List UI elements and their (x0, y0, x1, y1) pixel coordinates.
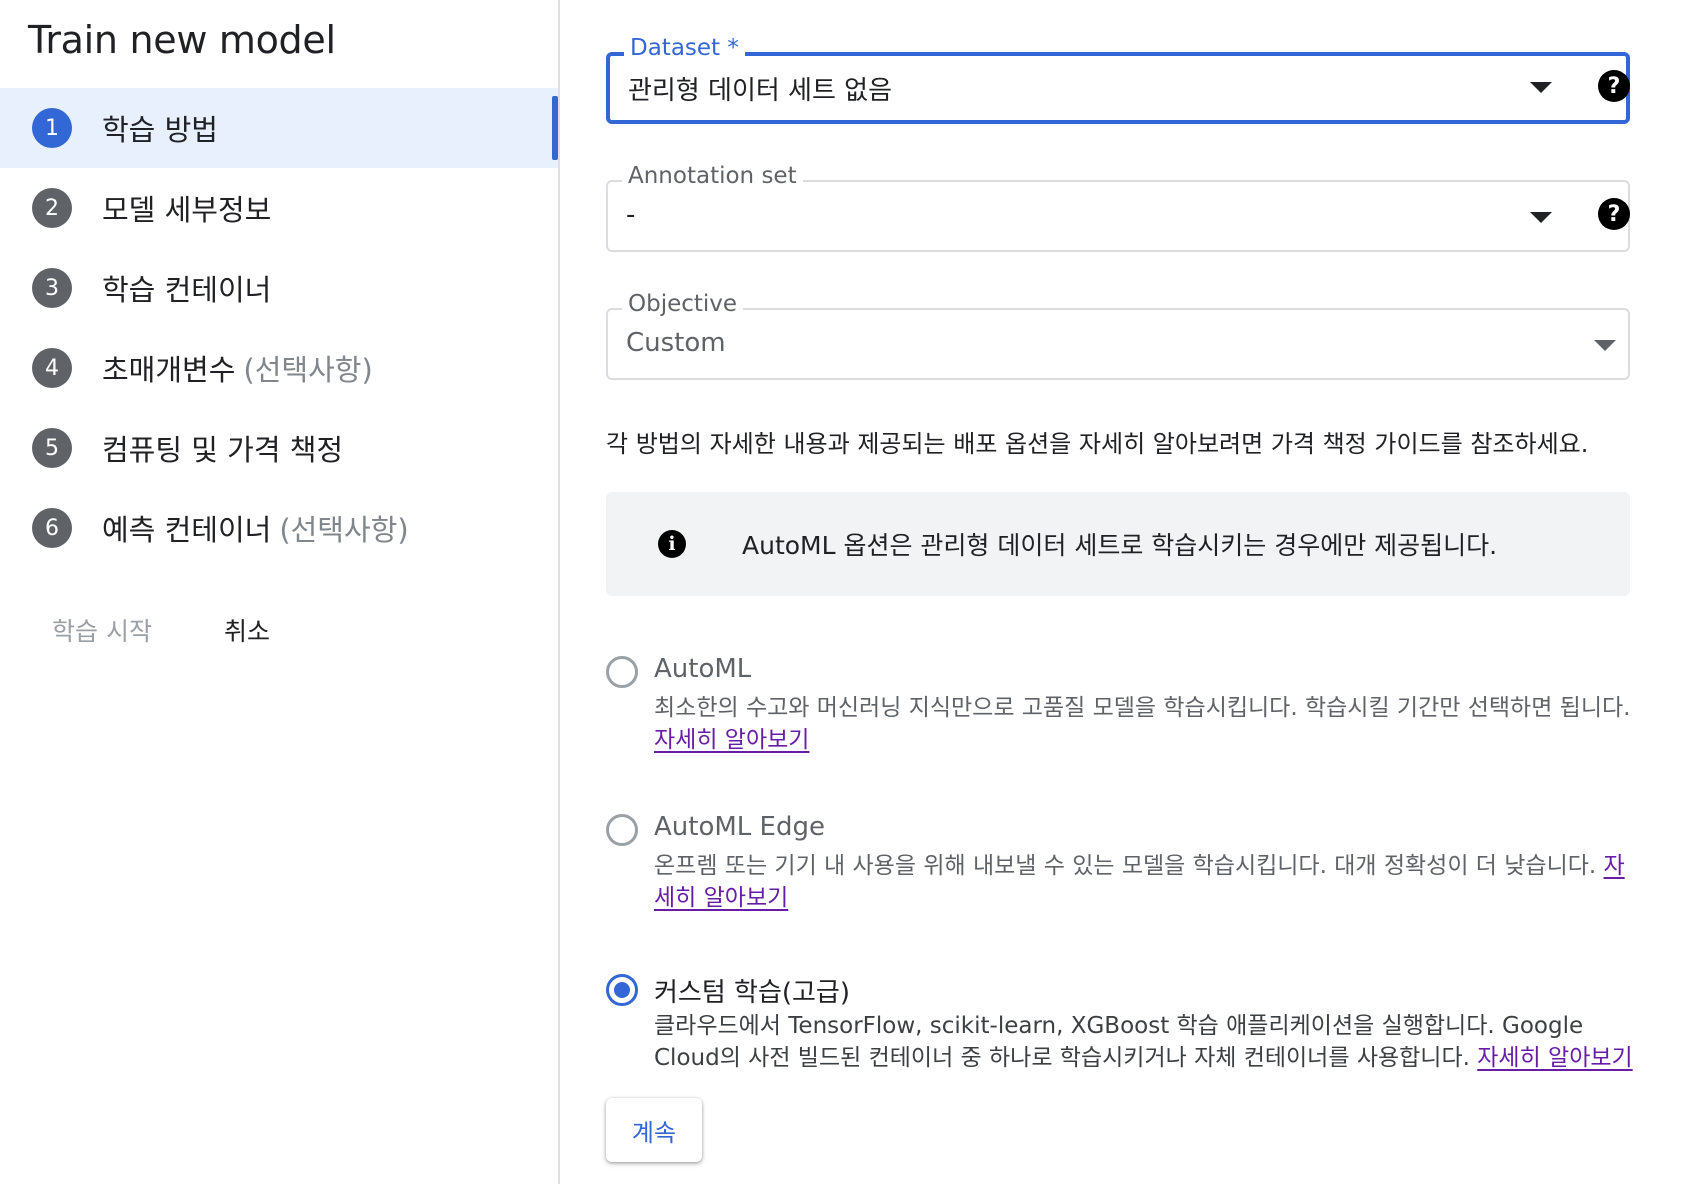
objective-select[interactable]: Objective Custom (606, 290, 1630, 380)
learn-more-link[interactable]: 자세히 알아보기 (654, 727, 809, 753)
step-number: 1 (32, 108, 72, 148)
dropdown-arrow-icon[interactable] (1530, 82, 1552, 93)
step-prediction-container[interactable]: 6 예측 컨테이너 (선택사항) (0, 488, 558, 568)
step-number: 5 (32, 428, 72, 468)
start-training-button[interactable]: 학습 시작 (52, 612, 152, 648)
option-description-text: 온프렘 또는 기기 내 사용을 위해 내보낼 수 있는 모델을 학습시킵니다. … (654, 853, 1597, 879)
option-title: 커스텀 학습(고급) (654, 978, 850, 1008)
help-circle-icon[interactable]: ? (1598, 198, 1630, 230)
pricing-guide-description: 각 방법의 자세한 내용과 제공되는 배포 옵션을 자세히 알아보려면 가격 책… (606, 430, 1589, 458)
option-description-text: 최소한의 수고와 머신러닝 지식만으로 고품질 모델을 학습시킵니다. 학습시킬… (654, 695, 1631, 721)
annotation-set-select[interactable]: Annotation set - ? (606, 162, 1630, 252)
help-circle-icon[interactable]: ? (1598, 70, 1630, 102)
sidebar-actions: 학습 시작 취소 (52, 612, 270, 648)
page-title: Train new model (28, 18, 336, 62)
step-number: 3 (32, 268, 72, 308)
option-title: AutoML Edge (654, 812, 825, 842)
info-message: AutoML 옵션은 관리형 데이터 세트로 학습시키는 경우에만 제공됩니다. (742, 531, 1498, 560)
step-number: 2 (32, 188, 72, 228)
dataset-select[interactable]: Dataset * 관리형 데이터 세트 없음 ? (606, 34, 1630, 124)
step-hyperparameters[interactable]: 4 초매개변수 (선택사항) (0, 328, 558, 408)
step-number: 6 (32, 508, 72, 548)
automl-radio[interactable] (606, 656, 638, 688)
step-compute-pricing[interactable]: 5 컴퓨팅 및 가격 책정 (0, 408, 558, 488)
info-icon: i (658, 530, 686, 558)
objective-label: Objective (622, 290, 744, 318)
option-description-text: 클라우드에서 TensorFlow, scikit-learn, XGBoost… (654, 1013, 1584, 1071)
step-optional-tag: (선택사항) (243, 353, 373, 387)
learn-more-link[interactable]: 자세히 알아보기 (1477, 1045, 1632, 1071)
dataset-label: Dataset * (624, 34, 745, 62)
step-training-method[interactable]: 1 학습 방법 (0, 88, 558, 168)
step-label: 모델 세부정보 (102, 193, 272, 227)
step-model-details[interactable]: 2 모델 세부정보 (0, 168, 558, 248)
custom-training-radio[interactable] (606, 974, 638, 1006)
option-description: 온프렘 또는 기기 내 사용을 위해 내보낼 수 있는 모델을 학습시킵니다. … (654, 850, 1634, 914)
step-list: 1 학습 방법 2 모델 세부정보 3 학습 컨테이너 4 초매개변수 (선택사… (0, 88, 558, 568)
stepper-sidebar: Train new model 1 학습 방법 2 모델 세부정보 3 학습 컨… (0, 0, 560, 1184)
cancel-button[interactable]: 취소 (224, 612, 270, 648)
step-label: 학습 방법 (102, 113, 218, 147)
dataset-value: 관리형 데이터 세트 없음 (628, 76, 892, 106)
step-label: 초매개변수 (102, 353, 236, 387)
option-title: AutoML (654, 654, 752, 684)
automl-edge-radio[interactable] (606, 814, 638, 846)
option-description: 최소한의 수고와 머신러닝 지식만으로 고품질 모델을 학습시킵니다. 학습시킬… (654, 692, 1634, 756)
dropdown-arrow-icon[interactable] (1530, 212, 1552, 223)
continue-button[interactable]: 계속 (606, 1098, 702, 1162)
info-banner: i AutoML 옵션은 관리형 데이터 세트로 학습시키는 경우에만 제공됩니… (606, 492, 1630, 596)
objective-value: Custom (626, 328, 726, 358)
step-optional-tag: (선택사항) (279, 513, 409, 547)
annotation-set-label: Annotation set (622, 162, 803, 190)
step-label: 학습 컨테이너 (102, 273, 272, 307)
dropdown-arrow-icon[interactable] (1594, 340, 1616, 351)
annotation-set-value: - (626, 200, 636, 230)
step-training-container[interactable]: 3 학습 컨테이너 (0, 248, 558, 328)
step-label: 컴퓨팅 및 가격 책정 (102, 433, 344, 467)
step-label: 예측 컨테이너 (102, 513, 272, 547)
option-description: 클라우드에서 TensorFlow, scikit-learn, XGBoost… (654, 1010, 1634, 1074)
step-number: 4 (32, 348, 72, 388)
